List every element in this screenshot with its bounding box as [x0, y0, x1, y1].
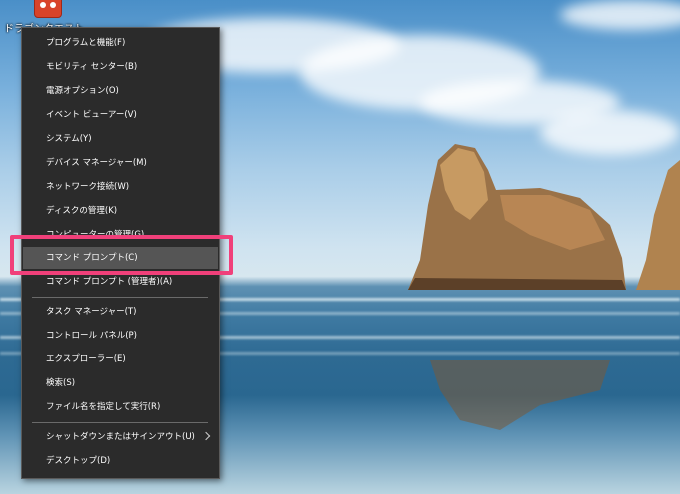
- menu-item-programs-features[interactable]: プログラムと機能(F): [23, 32, 218, 54]
- menu-item-device-manager[interactable]: デバイス マネージャー(M): [23, 152, 218, 174]
- menu-item-power-options[interactable]: 電源オプション(O): [23, 80, 218, 102]
- sea-rock: [408, 144, 626, 290]
- chevron-right-icon: [201, 431, 211, 441]
- menu-item-network-connections[interactable]: ネットワーク接続(W): [23, 176, 218, 198]
- menu-item-desktop[interactable]: デスクトップ(D): [23, 450, 218, 472]
- menu-item-search[interactable]: 検索(S): [23, 372, 218, 394]
- menu-separator: [32, 297, 208, 298]
- menu-item-task-manager[interactable]: タスク マネージャー(T): [23, 301, 218, 323]
- sea-rock-right: [636, 160, 680, 290]
- menu-item-explorer[interactable]: エクスプローラー(E): [23, 348, 218, 370]
- annotation-highlight-box: [10, 235, 233, 275]
- menu-item-run[interactable]: ファイル名を指定して実行(R): [23, 396, 218, 418]
- red-robot-game-icon: [34, 0, 62, 18]
- menu-item-control-panel[interactable]: コントロール パネル(P): [23, 325, 218, 347]
- menu-item-mobility-center[interactable]: モビリティ センター(B): [23, 56, 218, 78]
- menu-item-shutdown-signout[interactable]: シャットダウンまたはサインアウト(U): [23, 426, 218, 448]
- menu-item-shutdown-label: シャットダウンまたはサインアウト(U): [46, 432, 195, 442]
- menu-separator: [32, 422, 208, 423]
- menu-item-disk-management[interactable]: ディスクの管理(K): [23, 200, 218, 222]
- menu-item-event-viewer[interactable]: イベント ビューアー(V): [23, 104, 218, 126]
- cloud: [560, 0, 680, 30]
- menu-item-system[interactable]: システム(Y): [23, 128, 218, 150]
- rock-reflection: [430, 360, 610, 430]
